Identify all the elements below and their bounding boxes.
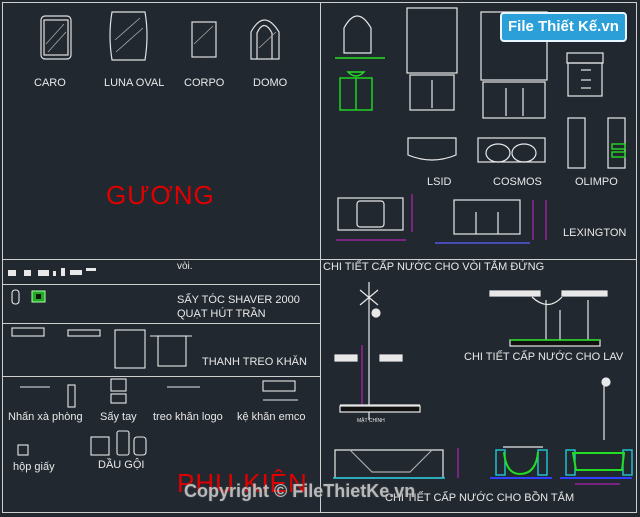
cad-drawing-canvas[interactable]: CARO LUNA OVAL CORPO DOMO GƯƠNG LSID COS… — [0, 0, 640, 517]
hair-dryer-icon — [11, 289, 20, 305]
handshower-head-icon — [601, 377, 611, 387]
mirror-luna-icon — [109, 11, 148, 61]
mirror-label-caro: CARO — [34, 77, 66, 89]
detail-title-lav: CHI TIẾT CẤP NƯỚC CHO LAV — [464, 351, 624, 363]
bathtub-elevation — [334, 449, 444, 479]
shampoo-bottle-icon — [90, 436, 110, 456]
cabinet-label-cosmos: COSMOS — [493, 176, 542, 188]
copyright-watermark: Copyright © FileThietKe.vn — [184, 481, 416, 501]
frame-lines — [2, 2, 637, 513]
green-vanity — [335, 57, 626, 158]
cabinet-label-lexington: LEXINGTON — [563, 227, 627, 239]
mirror-arch-icon — [343, 15, 372, 54]
towel-rack-emco-icon — [262, 380, 296, 392]
mirror-label-corpo: CORPO — [184, 77, 225, 89]
accessory-label-tissue: hộp giấy — [13, 461, 55, 473]
olimpo-top — [566, 52, 604, 64]
accessory-label-hand-dryer: Sấy tay — [100, 411, 137, 423]
cabinet-label-olimpo: OLIMPO — [575, 176, 618, 188]
lexington-elevation — [453, 199, 521, 235]
outer-frame — [2, 2, 637, 513]
lexington-plan — [337, 197, 404, 231]
olimpo-column-1 — [567, 117, 586, 169]
section-title-mirrors: GƯƠNG — [106, 180, 215, 210]
faucet-label: vòi. — [177, 261, 193, 272]
dryer-label: SẤY TÓC SHAVER 2000 — [177, 294, 300, 306]
mirror-caro-icon — [40, 15, 72, 60]
floor-label: MẶT CHÍNH — [357, 418, 385, 424]
faucet-icons — [8, 268, 96, 276]
towel-rack-icon — [114, 329, 146, 369]
lsid-basin-plan — [407, 137, 457, 161]
accessory-label-soap: Nhấn xà phòng — [8, 411, 83, 423]
fan-label: QUẠT HÚT TRẦN — [177, 308, 266, 320]
mirror-corpo-icon — [191, 21, 217, 58]
drawing-lines — [2, 2, 637, 513]
detail-title-shower: CHI TIẾT CẤP NƯỚC CHO VÒI TẮM ĐỨNG — [323, 261, 545, 273]
site-logo: File Thiết Kế.vn — [500, 12, 627, 42]
cosmos-vanity — [482, 81, 546, 119]
accessory-label-towel-emco: kệ khăn emco — [237, 411, 306, 423]
mirror-icons — [40, 11, 280, 61]
soap-dispenser-icon — [67, 384, 76, 408]
shower-detail — [334, 282, 421, 420]
mirror-label-luna-oval: LUNA OVAL — [104, 77, 165, 89]
bathtub-details — [334, 377, 611, 479]
towel-bar-label: THANH TREO KHĂN — [202, 356, 307, 368]
shower-head-icon — [371, 308, 381, 318]
hand-dryer-icon — [110, 378, 127, 392]
towel-shelf-icon — [11, 327, 45, 337]
accessory-label-towel-logo: treo khăn logo — [153, 411, 223, 423]
tissue-box-icon — [17, 444, 29, 456]
accessory-label-shampoo: DẦU GỘI — [98, 459, 145, 471]
lav-detail — [489, 290, 608, 347]
lsid-mirror — [406, 7, 458, 74]
mirror-label-domo: DOMO — [253, 77, 288, 89]
olimpo-column-2 — [607, 117, 626, 169]
cabinet-label-lsid: LSID — [427, 176, 452, 188]
